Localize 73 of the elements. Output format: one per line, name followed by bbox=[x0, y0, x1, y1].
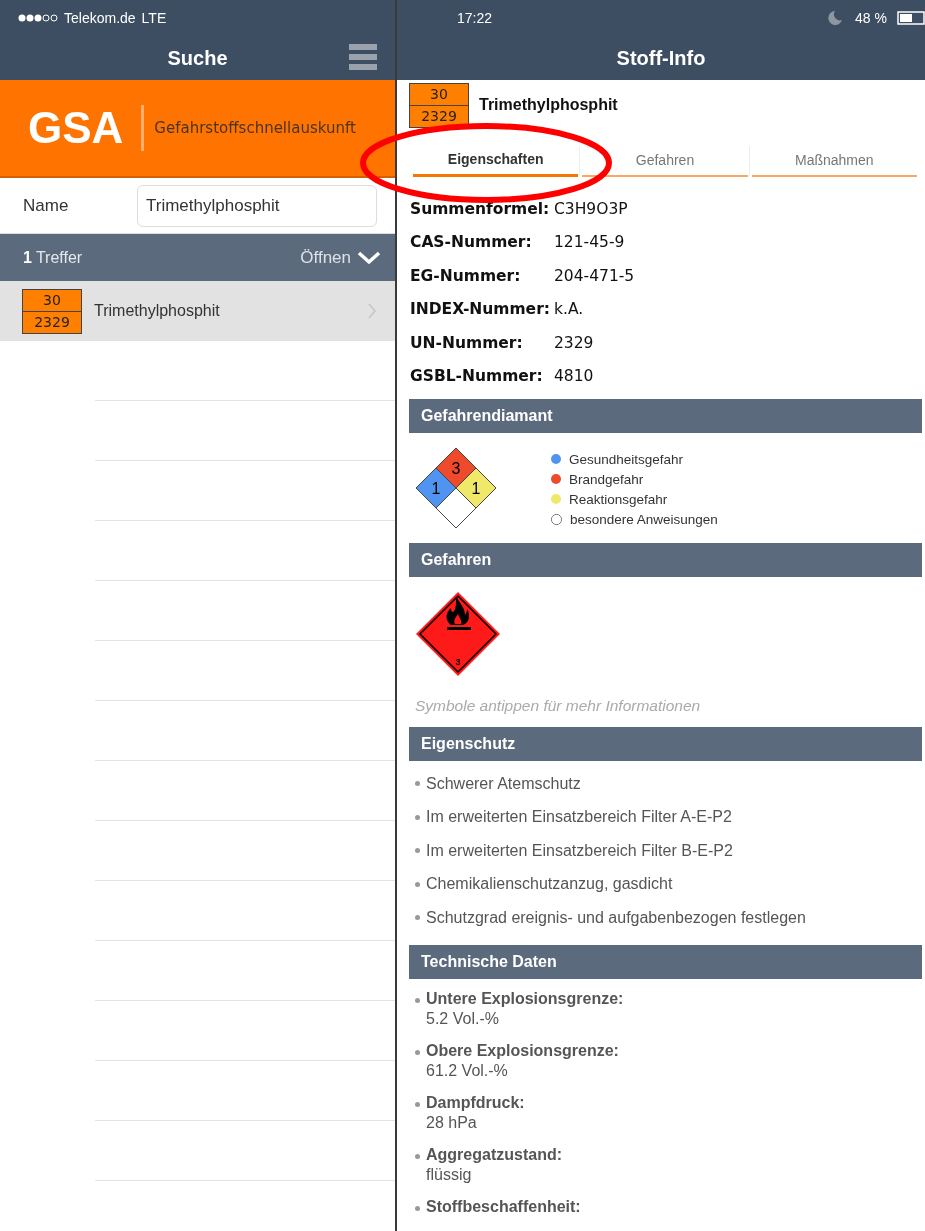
hint-text: Symbole antippen für mehr Informationen bbox=[414, 696, 702, 716]
bullet-icon bbox=[415, 1049, 420, 1055]
chevron-down-icon bbox=[357, 250, 381, 265]
tab[interactable]: Gefahren bbox=[582, 144, 748, 177]
property-value: C3H9O3P bbox=[554, 199, 628, 218]
menu-button[interactable] bbox=[349, 44, 377, 70]
property-value: 4810 bbox=[554, 367, 594, 386]
hazard-plate: 30 2329 bbox=[22, 288, 82, 334]
property-value: 121-45-9 bbox=[554, 233, 625, 252]
bullet-icon bbox=[415, 881, 420, 887]
property-label: CAS-Nummer: bbox=[410, 233, 533, 252]
data-label: Dampfdruck: bbox=[426, 1093, 525, 1112]
result-row[interactable]: 30 2329 Trimethylphosphit bbox=[0, 281, 395, 341]
property-label: EG-Nummer: bbox=[410, 266, 522, 285]
field-label: Name bbox=[23, 195, 70, 216]
app-subtitle: Gefahrstoffschnellauskunft bbox=[154, 119, 356, 137]
list-item: Chemikalienschutzanzug, gasdicht bbox=[426, 875, 673, 894]
data-label: Untere Explosionsgrenze: bbox=[426, 989, 624, 1008]
legend-label: Gesundheitsgefahr bbox=[569, 451, 684, 467]
data-value: 5.2 Vol.-% bbox=[426, 1009, 500, 1028]
bullet-icon bbox=[415, 1101, 420, 1107]
bullet-icon bbox=[415, 1153, 420, 1159]
network-type: LTE bbox=[141, 10, 167, 26]
data-value: flüssig bbox=[426, 1165, 473, 1184]
hazard-diamond-drawing: 3 1 1 bbox=[415, 447, 499, 531]
hazard-plate: 30 2329 bbox=[409, 82, 469, 128]
data-label: Obere Explosionsgrenze: bbox=[426, 1041, 619, 1060]
nav-title: Suche bbox=[167, 46, 228, 70]
bullet-icon bbox=[415, 1205, 420, 1211]
section-header: Eigenschutz bbox=[409, 727, 922, 761]
substance-name: Trimethylphosphit bbox=[479, 96, 618, 114]
bullet-icon bbox=[415, 997, 420, 1003]
bullet-icon bbox=[415, 848, 420, 854]
result-label: Treffer bbox=[35, 248, 83, 267]
legend-label: besondere Anweisungen bbox=[570, 511, 718, 527]
list-item: Schutzgrad ereignis- und aufgabenbezogen festlegen bbox=[426, 908, 806, 927]
bullet-icon bbox=[415, 781, 420, 787]
section-header: Technische Daten bbox=[409, 944, 922, 979]
data-value: 28 hPa bbox=[426, 1113, 478, 1132]
legend-label: Reaktionsgefahr bbox=[569, 491, 668, 507]
app-logo: GSA bbox=[28, 103, 124, 153]
property-label: UN-Nummer: bbox=[410, 333, 524, 352]
status-time: 17:22 bbox=[457, 10, 493, 26]
result-count: 1 bbox=[23, 248, 32, 267]
battery-percent: 48 % bbox=[855, 10, 887, 26]
property-label: Summenformel: bbox=[410, 199, 551, 218]
tab[interactable]: Maßnahmen bbox=[751, 144, 917, 177]
property-value: 204-471-5 bbox=[554, 266, 635, 285]
list-item: Schwerer Atemschutz bbox=[426, 774, 581, 793]
carrier-name: Telekom.de bbox=[64, 10, 136, 26]
bullet-icon bbox=[415, 814, 420, 820]
data-label: Stoffbeschaffenheit: bbox=[426, 1197, 581, 1216]
result-name: Trimethylphosphit bbox=[94, 302, 221, 320]
property-label: INDEX-Nummer: bbox=[410, 300, 551, 319]
list-item: Im erweiterten Einsatzbereich Filter B-E-P2 bbox=[426, 841, 733, 860]
data-value: 61.2 Vol.-% bbox=[426, 1061, 509, 1080]
open-button[interactable]: Öffnen bbox=[300, 247, 381, 268]
property-label: GSBL-Nummer: bbox=[410, 367, 544, 386]
list-item: Im erweiterten Einsatzbereich Filter A-E-P2 bbox=[426, 808, 732, 827]
moon-icon bbox=[827, 10, 844, 26]
chevron-right-icon bbox=[368, 303, 377, 319]
battery-icon bbox=[897, 11, 925, 25]
section-header: Gefahren bbox=[409, 543, 922, 577]
signal-icon bbox=[18, 13, 58, 23]
bullet-icon bbox=[415, 915, 420, 921]
section-header: Gefahrendiamant bbox=[409, 399, 922, 433]
nav-title: Stoff-Info bbox=[616, 46, 706, 70]
property-value: 2329 bbox=[554, 333, 594, 352]
property-value: k.A. bbox=[554, 300, 584, 319]
data-label: Aggregatzustand: bbox=[426, 1145, 562, 1164]
search-field[interactable]: Trimethylphosphit bbox=[137, 184, 377, 227]
flame-hazard-pictogram[interactable]: 3 bbox=[415, 591, 501, 677]
legend-label: Brandgefahr bbox=[569, 471, 644, 487]
